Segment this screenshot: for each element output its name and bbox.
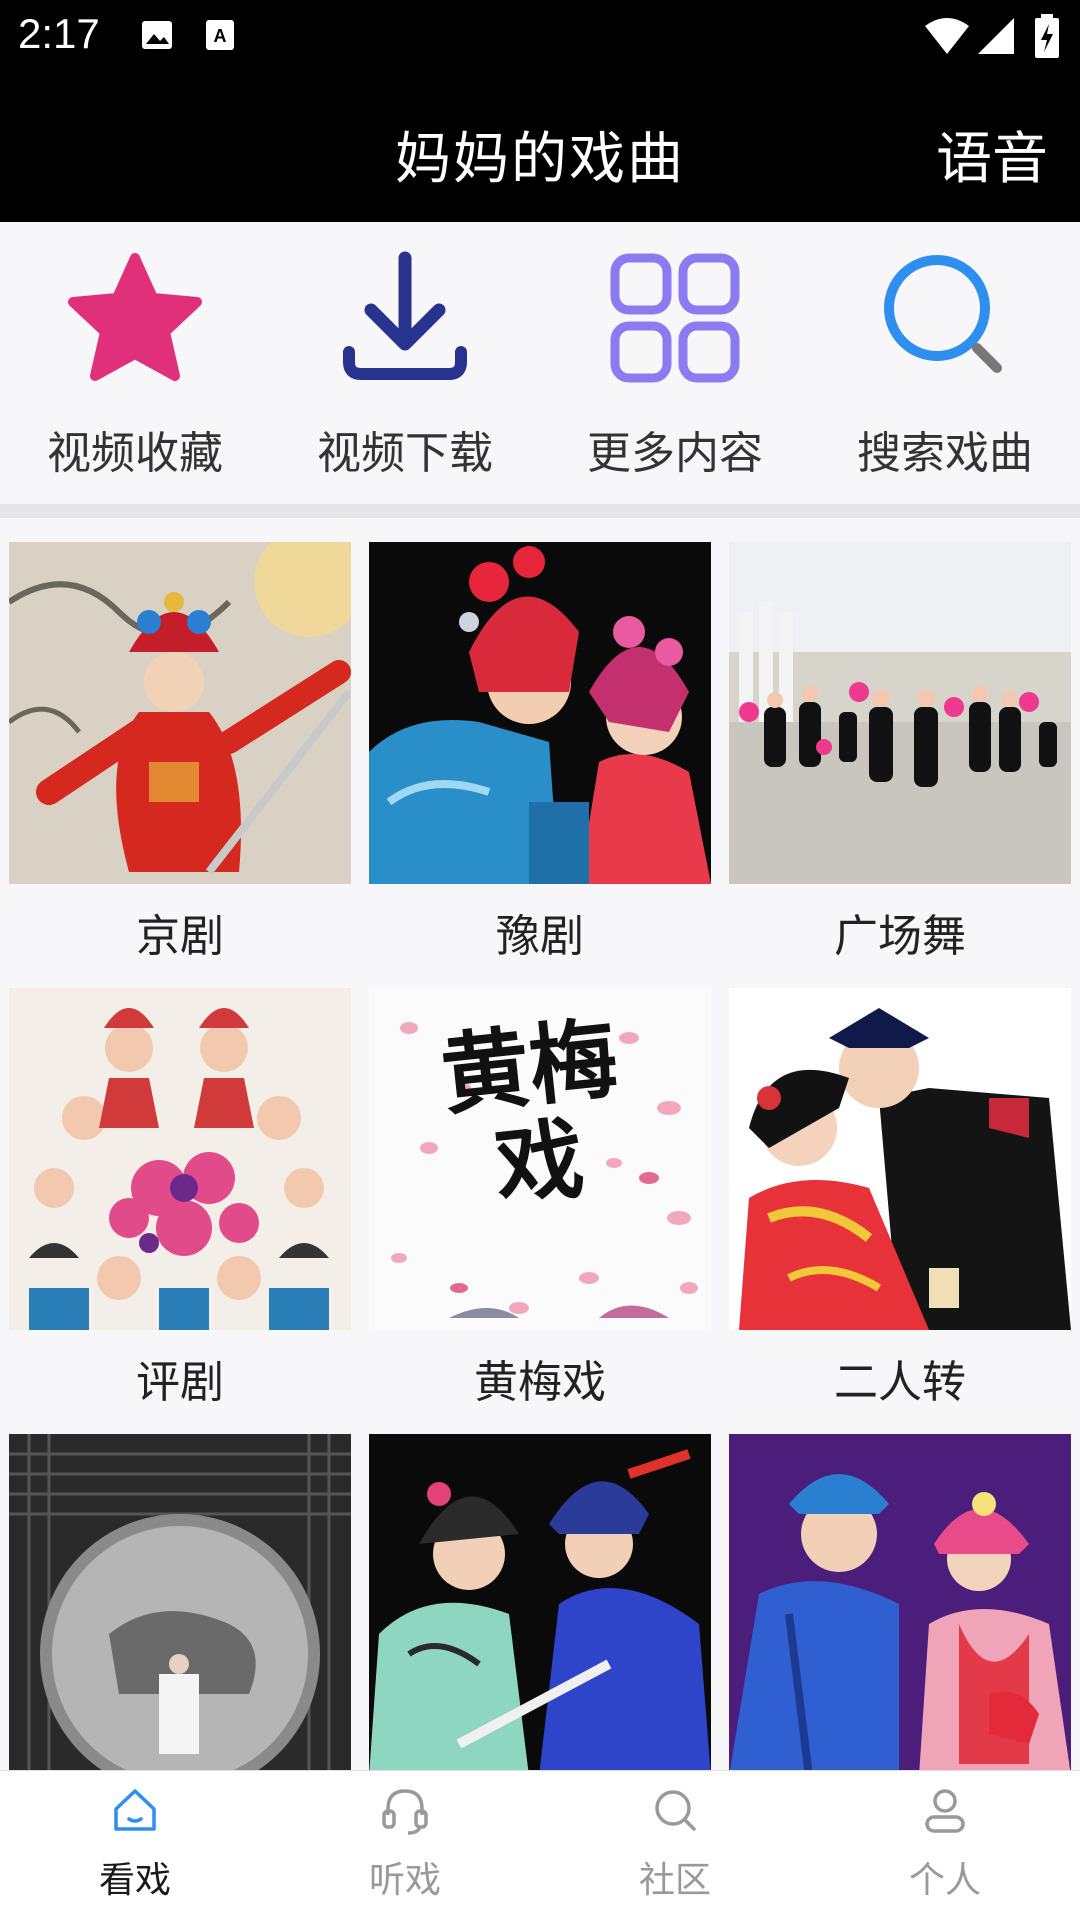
star-icon bbox=[68, 253, 202, 381]
wifi-icon bbox=[925, 18, 969, 54]
search-icon bbox=[655, 1790, 696, 1831]
favorites-label: 视频收藏 bbox=[47, 428, 223, 479]
search-opera-button[interactable]: 搜索戏曲 bbox=[810, 222, 1080, 504]
status-bar: 2:17 A bbox=[0, 0, 1080, 72]
nav-tab-watch[interactable]: 看戏 bbox=[0, 1771, 270, 1921]
category-label: 黄梅戏 bbox=[474, 1357, 606, 1408]
category-label: 广场舞 bbox=[834, 911, 966, 962]
category-label: 京剧 bbox=[136, 911, 224, 962]
category-label: 豫剧 bbox=[496, 911, 584, 962]
quick-actions: 视频收藏 视频下载 更多内容 搜索戏曲 bbox=[0, 222, 1080, 504]
nav-label: 个人 bbox=[908, 1860, 981, 1901]
nav-label: 听戏 bbox=[368, 1860, 441, 1901]
section-divider bbox=[0, 504, 1080, 518]
download-icon bbox=[343, 251, 467, 380]
pingju-thumbnail bbox=[9, 988, 351, 1330]
huangmeixi-calligraphy: 黄梅戏 bbox=[436, 1005, 623, 1219]
more-content-button[interactable]: 更多内容 bbox=[540, 222, 810, 504]
home-icon bbox=[114, 1789, 156, 1831]
category-grid: 京剧 豫剧 广场舞 评剧 黄梅戏 黄梅戏 二人转 bbox=[0, 518, 1080, 1770]
svg-text:A: A bbox=[214, 26, 227, 46]
page-title: 妈妈的戏曲 bbox=[395, 127, 685, 192]
voice-button[interactable]: 语音 bbox=[936, 114, 1048, 195]
errenzhuan-thumbnail bbox=[729, 988, 1071, 1330]
status-time: 2:17 bbox=[18, 10, 100, 57]
bottom-navigation: 看戏 听戏 社区 个人 bbox=[0, 1770, 1080, 1921]
search-opera-label: 搜索戏曲 bbox=[857, 428, 1033, 479]
favorites-button[interactable]: 视频收藏 bbox=[0, 222, 270, 504]
font-notification-icon: A bbox=[206, 20, 234, 50]
yuju-thumbnail bbox=[369, 542, 711, 884]
app-bar: 妈妈的戏曲 语音 bbox=[0, 72, 1080, 222]
category-8-thumbnail bbox=[369, 1434, 711, 1770]
category-label: 评剧 bbox=[136, 1357, 224, 1408]
more-content-label: 更多内容 bbox=[587, 428, 763, 479]
image-notification-icon bbox=[142, 21, 172, 49]
nav-label: 社区 bbox=[638, 1860, 711, 1901]
category-7-thumbnail bbox=[9, 1434, 351, 1770]
battery-icon bbox=[1035, 14, 1059, 58]
grid-icon bbox=[610, 253, 740, 383]
square-dance-thumbnail bbox=[729, 542, 1071, 884]
signal-icon bbox=[978, 18, 1014, 54]
download-label: 视频下载 bbox=[317, 428, 493, 479]
nav-tab-community[interactable]: 社区 bbox=[540, 1771, 810, 1921]
nav-tab-profile[interactable]: 个人 bbox=[810, 1771, 1080, 1921]
search-icon bbox=[884, 255, 1002, 373]
headphones-icon bbox=[382, 1789, 428, 1835]
person-icon bbox=[925, 1789, 965, 1833]
nav-tab-listen[interactable]: 听戏 bbox=[270, 1771, 540, 1921]
category-label: 二人转 bbox=[834, 1357, 966, 1408]
jingju-thumbnail bbox=[9, 542, 351, 884]
download-button[interactable]: 视频下载 bbox=[270, 222, 540, 504]
nav-label: 看戏 bbox=[98, 1860, 171, 1901]
category-9-thumbnail bbox=[729, 1434, 1071, 1770]
